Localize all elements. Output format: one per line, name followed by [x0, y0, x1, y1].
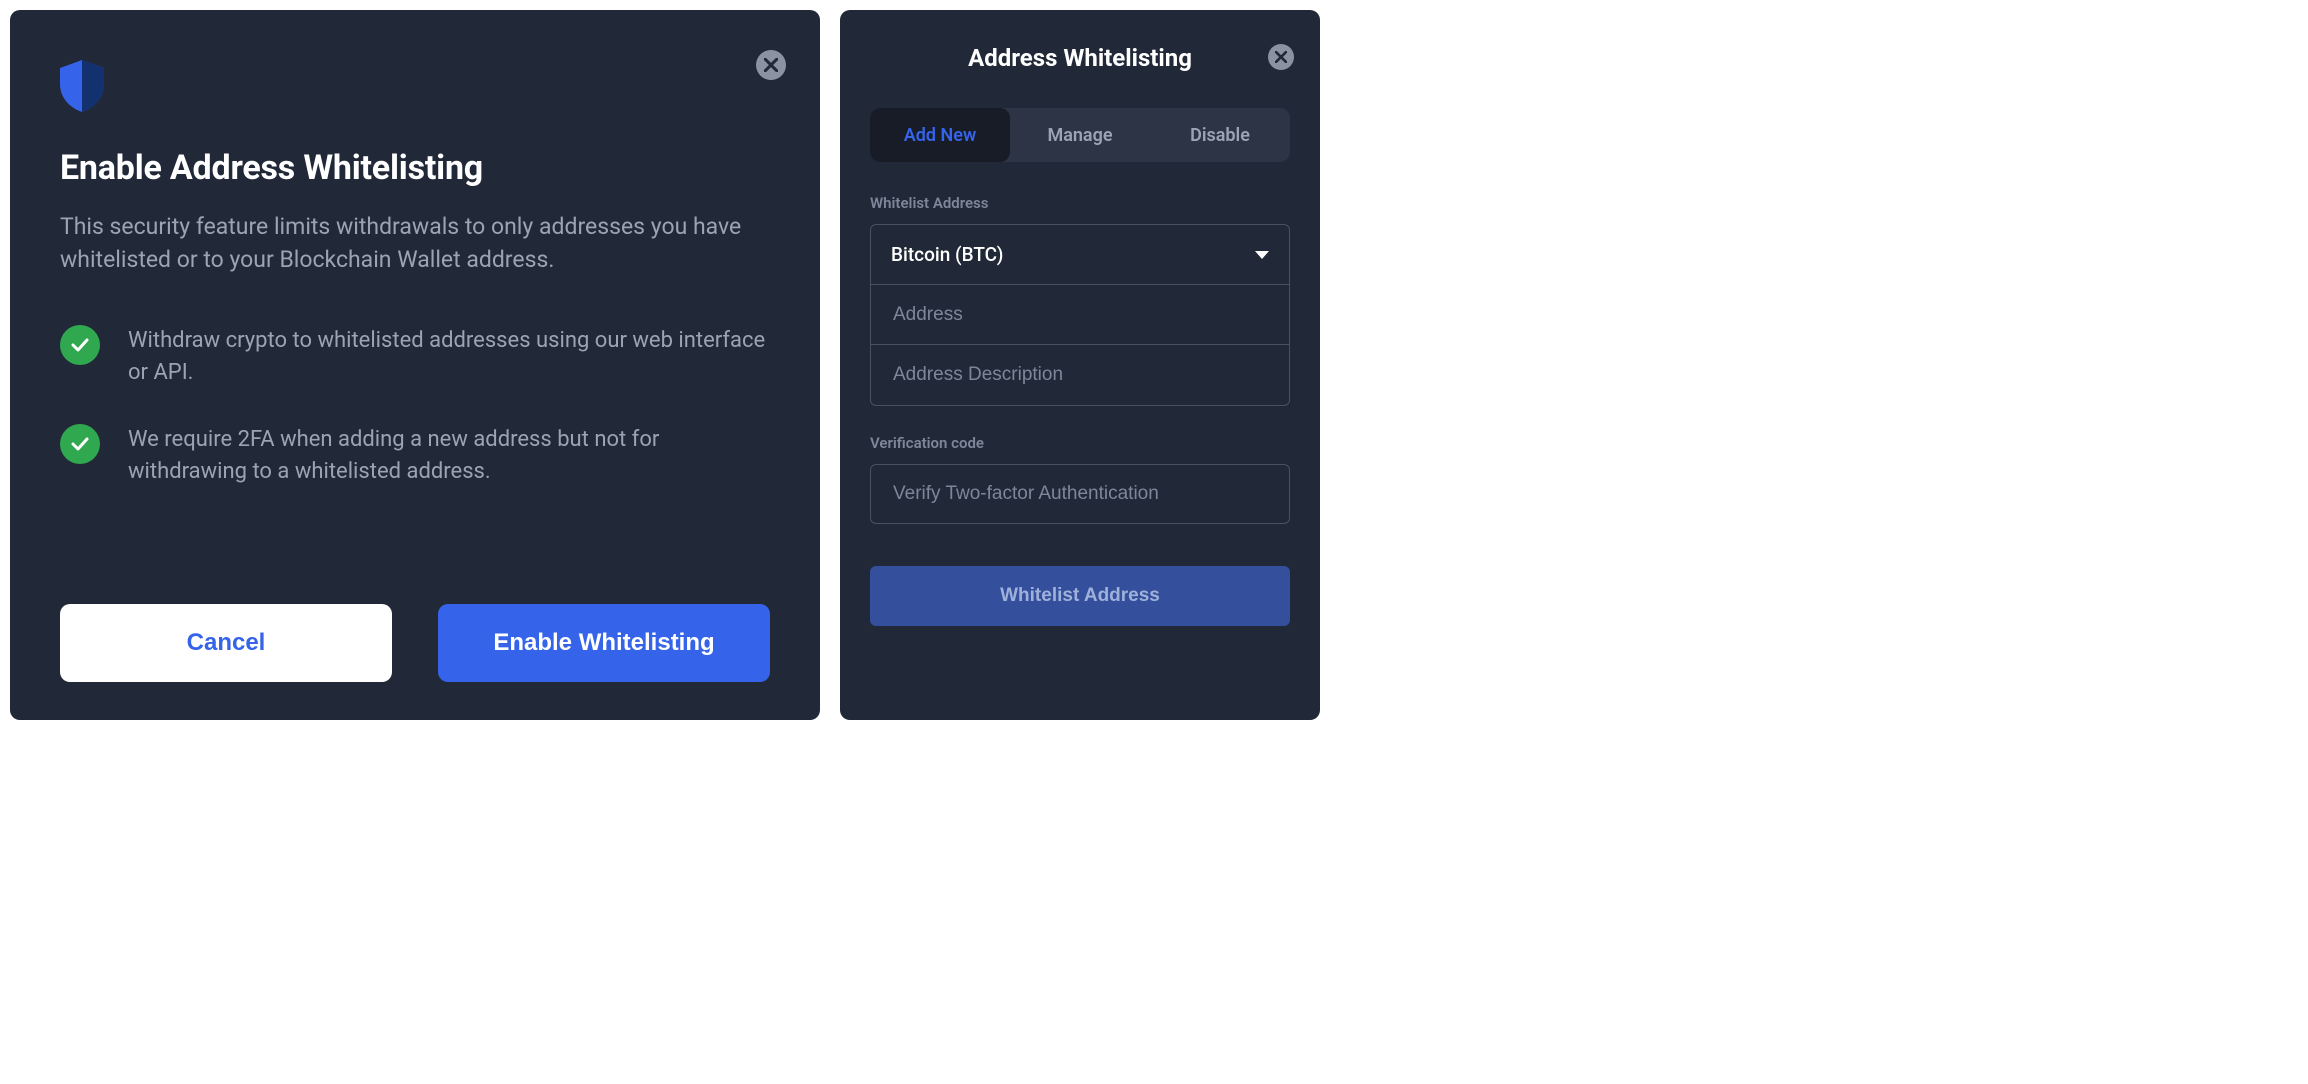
- close-icon: [764, 58, 778, 72]
- check-icon: [60, 424, 100, 464]
- chevron-down-icon: [1255, 251, 1269, 259]
- whitelist-address-label: Whitelist Address: [870, 194, 1290, 212]
- address-description-input[interactable]: [891, 345, 1269, 405]
- modal-description: This security feature limits withdrawals…: [60, 210, 770, 277]
- address-description-input-row: [871, 345, 1289, 405]
- currency-selected-value: Bitcoin (BTC): [891, 243, 1003, 266]
- verification-input-wrap: [870, 464, 1290, 524]
- panel-tabs: Add New Manage Disable: [870, 108, 1290, 162]
- feature-bullet: We require 2FA when adding a new address…: [60, 424, 770, 488]
- tab-manage[interactable]: Manage: [1010, 108, 1150, 162]
- modal-title: Enable Address Whitelisting: [60, 148, 770, 188]
- close-button[interactable]: [756, 50, 786, 80]
- verification-code-label: Verification code: [870, 434, 1290, 452]
- modal-button-row: Cancel Enable Whitelisting: [60, 604, 770, 682]
- close-button[interactable]: [1268, 44, 1294, 70]
- panel-title: Address Whitelisting: [870, 44, 1290, 72]
- address-whitelisting-panel: Address Whitelisting Add New Manage Disa…: [840, 10, 1320, 720]
- enable-whitelisting-button[interactable]: Enable Whitelisting: [438, 604, 770, 682]
- cancel-button[interactable]: Cancel: [60, 604, 392, 682]
- check-icon: [60, 325, 100, 365]
- feature-bullet-text: Withdraw crypto to whitelisted addresses…: [128, 325, 770, 389]
- shield-icon: [60, 60, 110, 110]
- whitelist-address-button[interactable]: Whitelist Address: [870, 566, 1290, 626]
- currency-select[interactable]: Bitcoin (BTC): [871, 225, 1289, 285]
- whitelist-address-group: Bitcoin (BTC): [870, 224, 1290, 406]
- feature-bullet: Withdraw crypto to whitelisted addresses…: [60, 325, 770, 389]
- tab-disable[interactable]: Disable: [1150, 108, 1290, 162]
- verification-code-input[interactable]: [891, 465, 1269, 523]
- enable-whitelisting-modal: Enable Address Whitelisting This securit…: [10, 10, 820, 720]
- address-input[interactable]: [891, 285, 1269, 344]
- tab-add-new[interactable]: Add New: [870, 108, 1010, 162]
- feature-bullet-text: We require 2FA when adding a new address…: [128, 424, 770, 488]
- address-input-row: [871, 285, 1289, 345]
- close-icon: [1275, 51, 1287, 63]
